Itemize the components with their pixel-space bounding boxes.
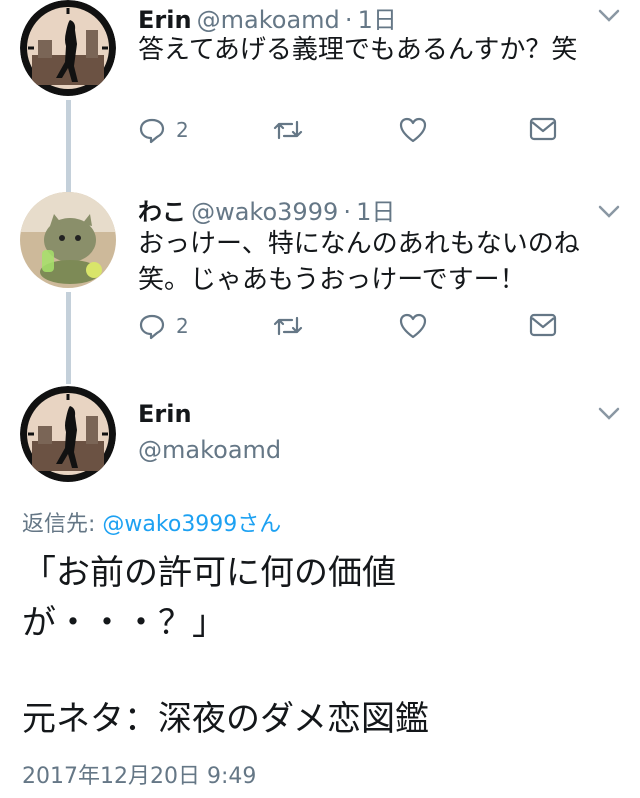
retweet-button[interactable]: [272, 312, 304, 340]
dm-button[interactable]: [528, 312, 558, 338]
tweet-body-line: [22, 648, 622, 694]
tweet-actions: 2: [138, 312, 578, 352]
avatar-image: [20, 386, 116, 482]
retweet-icon: [273, 120, 303, 140]
thread-line: [66, 292, 71, 384]
tweet-timestamp: 2017年12月20日 9:49: [22, 764, 257, 789]
retweet-icon: [273, 316, 303, 336]
separator-dot: ·: [344, 6, 353, 34]
tweet-text: おっけー、特になんのあれもないのね 笑。じゃあもうおっけーですー！: [138, 226, 580, 298]
tweet-text-line: 答えてあげる義理でもあるんすか？笑: [138, 35, 578, 65]
reply-count: 2: [176, 314, 189, 338]
user-handle[interactable]: @makoamd: [138, 436, 281, 464]
tweet-body-line: 「お前の許可に何の価値: [22, 553, 396, 593]
avatar[interactable]: [20, 192, 116, 288]
user-handle[interactable]: @makoamd: [197, 6, 340, 34]
tweet-text-line: おっけー、特になんのあれもないのね: [138, 229, 580, 259]
tweet-header: わこ @wako3999 · 1日: [138, 192, 395, 227]
tweet-header: Erin @makoamd · 1日: [138, 0, 397, 35]
separator-dot: ·: [343, 198, 351, 226]
display-name[interactable]: Erin: [138, 400, 192, 428]
tweet-time[interactable]: 1日: [356, 198, 395, 226]
chevron-down-icon[interactable]: [598, 4, 620, 28]
reply-to-label: 返信先:: [22, 512, 96, 537]
chevron-down-icon[interactable]: [598, 200, 620, 224]
avatar-image: [20, 0, 116, 96]
reply-button[interactable]: 2: [138, 116, 189, 144]
tweet-body: 「お前の許可に何の価値 が・・・？」 元ネタ：深夜のダメ恋図鑑: [22, 548, 622, 744]
reply-to-handle[interactable]: @wako3999さん: [102, 512, 281, 537]
thread-line: [66, 100, 71, 196]
display-name[interactable]: わこ: [138, 198, 186, 226]
tweet-text: 答えてあげる義理でもあるんすか？笑: [138, 32, 577, 68]
display-name[interactable]: Erin: [138, 6, 192, 34]
avatar[interactable]: [20, 0, 116, 96]
reply-icon: [139, 314, 165, 340]
reply-icon: [139, 118, 165, 144]
tweet-text-line: 笑。じゃあもうおっけーですー！: [138, 265, 526, 295]
like-button[interactable]: [398, 116, 428, 144]
reply-to-line: 返信先: @wako3999さん: [22, 506, 281, 538]
avatar-image: [20, 192, 116, 288]
tweet-body-line: 元ネタ：深夜のダメ恋図鑑: [22, 699, 429, 739]
tweet-actions: 2: [138, 116, 578, 156]
dm-icon: [529, 117, 557, 141]
retweet-button[interactable]: [272, 116, 304, 144]
reply-count: 2: [176, 118, 189, 142]
reply-button[interactable]: 2: [138, 312, 189, 340]
like-button[interactable]: [398, 312, 428, 340]
user-handle[interactable]: @wako3999: [191, 198, 338, 226]
dm-button[interactable]: [528, 116, 558, 142]
dm-icon: [529, 313, 557, 337]
tweet-time[interactable]: 1日: [358, 6, 397, 34]
like-icon: [399, 313, 427, 339]
tweet-body-line: が・・・？」: [22, 603, 226, 643]
avatar[interactable]: [20, 386, 116, 482]
chevron-down-icon[interactable]: [598, 402, 620, 426]
like-icon: [399, 117, 427, 143]
